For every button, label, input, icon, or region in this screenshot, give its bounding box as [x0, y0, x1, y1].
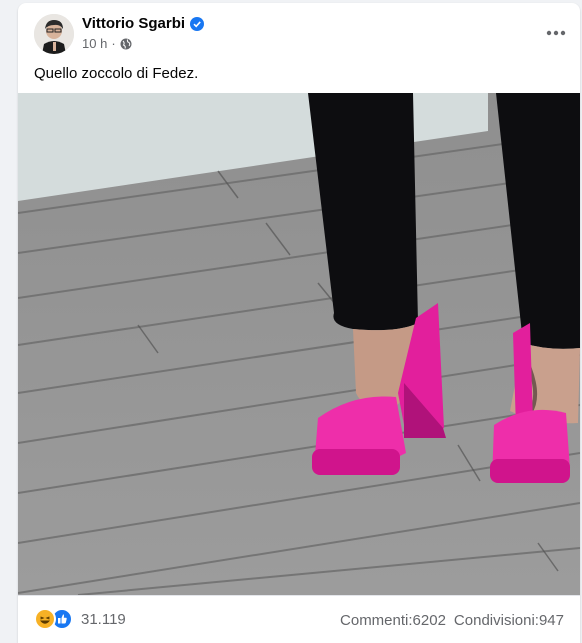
haha-icon [34, 608, 56, 630]
shares-count[interactable]: Condivisioni947 [454, 612, 564, 629]
post-timestamp[interactable]: 10 h [82, 36, 107, 51]
shares-label: Condivisioni [454, 612, 539, 629]
comments-count[interactable]: Commenti6202 [340, 612, 446, 629]
meta-separator: · [111, 36, 116, 51]
post-header: Vittorio Sgarbi 10 h · [18, 3, 580, 63]
more-options-icon [546, 30, 566, 36]
post-footer: 31.119 Commenti6202 Condivisioni947 [18, 595, 580, 643]
reactions-summary[interactable]: 31.119 [34, 608, 126, 630]
post-caption: Quello zoccolo di Fedez. [34, 65, 199, 82]
post-card: Vittorio Sgarbi 10 h · Quello zoccolo di… [18, 3, 580, 643]
author-name-row: Vittorio Sgarbi [82, 15, 205, 32]
reaction-count: 31.119 [81, 610, 126, 628]
engagement-stats: Commenti6202 Condivisioni947 [340, 612, 564, 629]
comments-label: Commenti [340, 612, 413, 629]
post-photo[interactable] [18, 93, 580, 595]
comments-value: 6202 [412, 612, 446, 629]
more-options-button[interactable] [544, 21, 568, 45]
verified-badge-icon [190, 16, 205, 31]
post-meta: 10 h · [82, 36, 132, 51]
globe-icon [120, 38, 132, 50]
shares-value: 947 [538, 612, 564, 629]
author-avatar[interactable] [34, 14, 74, 54]
author-name[interactable]: Vittorio Sgarbi [82, 15, 185, 32]
